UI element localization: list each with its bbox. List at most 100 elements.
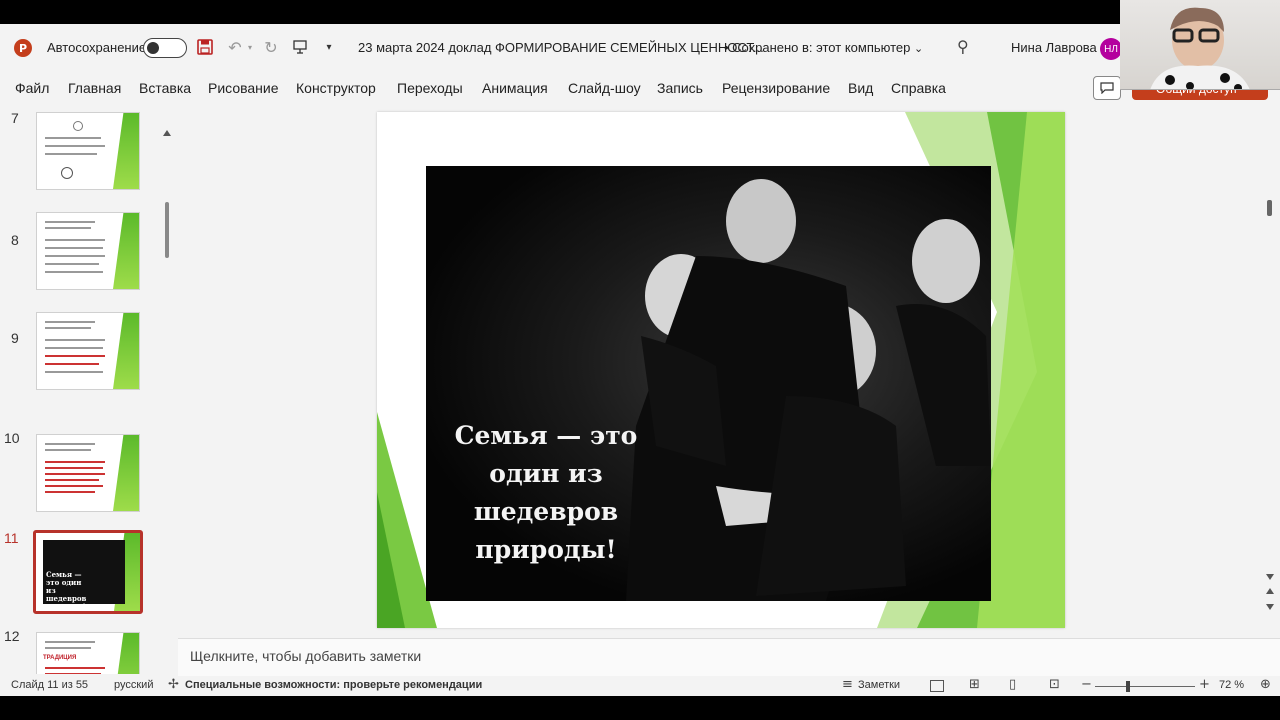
- text-line: [45, 327, 91, 329]
- slide-counter[interactable]: Слайд 11 из 55: [11, 679, 88, 691]
- text-line-red: [45, 485, 103, 487]
- search-icon[interactable]: ⚲: [957, 37, 969, 56]
- green-decoration: [113, 313, 139, 389]
- text-line-red: [45, 473, 105, 475]
- webcam-overlay: [1120, 0, 1280, 90]
- text-line: [45, 255, 105, 257]
- text-line: [45, 227, 91, 229]
- tab-view[interactable]: Вид: [848, 80, 873, 96]
- text-line: [45, 153, 97, 155]
- slide-thumbnail-8[interactable]: [36, 212, 140, 290]
- thumbnail-number: 12: [4, 628, 20, 644]
- editor-scrollbar[interactable]: [1264, 194, 1278, 624]
- tab-help[interactable]: Справка: [891, 80, 946, 96]
- powerpoint-logo-icon: P: [14, 39, 32, 57]
- text-line-red: [45, 363, 99, 365]
- tab-insert[interactable]: Вставка: [139, 80, 191, 96]
- customize-toolbar-icon[interactable]: ▾: [322, 36, 336, 58]
- zoom-slider-knob[interactable]: [1126, 681, 1130, 692]
- thumbnail-heading: ТРАДИЦИЯ: [43, 655, 77, 661]
- text-line-red: [45, 461, 105, 463]
- redo-icon[interactable]: ↻: [261, 36, 281, 58]
- text-line: [45, 239, 105, 241]
- slide-thumbnail-9[interactable]: [36, 312, 140, 390]
- slide-quote-text[interactable]: Семья — это один из шедевров природы!: [431, 417, 661, 569]
- text-line: [45, 647, 91, 649]
- user-name[interactable]: Нина Лаврова: [1011, 40, 1097, 55]
- document-title[interactable]: 23 марта 2024 доклад ФОРМИРОВАНИЕ СЕМЕЙН…: [358, 40, 764, 55]
- slide-sorter-icon[interactable]: ⊞: [969, 677, 980, 692]
- notes-pane[interactable]: Щелкните, чтобы добавить заметки: [178, 638, 1280, 676]
- language-indicator[interactable]: русский: [114, 679, 153, 691]
- text-line-red: [45, 479, 99, 481]
- thumbnail-number: 9: [11, 330, 19, 346]
- toggle-knob: [147, 42, 159, 54]
- green-decoration: [113, 435, 139, 511]
- zoom-level[interactable]: 72 %: [1219, 679, 1244, 691]
- green-decoration: [113, 213, 139, 289]
- undo-icon[interactable]: ↶: [224, 36, 246, 58]
- green-decoration: [113, 113, 139, 189]
- thumbnail-number-selected: 11: [4, 530, 19, 546]
- notes-placeholder: Щелкните, чтобы добавить заметки: [190, 648, 422, 664]
- notes-toggle[interactable]: Заметки: [858, 679, 900, 691]
- text-line: [45, 263, 99, 265]
- zoom-out-icon[interactable]: −: [1081, 677, 1092, 692]
- notes-icon: ≡: [842, 677, 853, 692]
- normal-view-icon[interactable]: [930, 680, 944, 692]
- reading-view-icon[interactable]: ▯: [1009, 677, 1016, 692]
- thumbnail-number: 8: [11, 232, 19, 248]
- slide-text-line: шедевров: [473, 497, 619, 526]
- slide-thumbnail-11[interactable]: Семья — это один из шедевров природы!: [33, 530, 143, 614]
- text-line-red: [45, 467, 103, 469]
- zoom-slider-track[interactable]: [1095, 686, 1195, 687]
- present-from-start-icon[interactable]: [290, 36, 310, 58]
- slide-thumbnail-7[interactable]: [36, 112, 140, 190]
- text-line-red: [45, 673, 101, 674]
- text-line: [45, 371, 103, 373]
- avatar[interactable]: НЛ: [1100, 38, 1122, 60]
- slide-canvas[interactable]: Семья — это один из шедевров природы!: [377, 112, 1065, 628]
- text-line-red: [45, 491, 95, 493]
- autosave-toggle[interactable]: [143, 38, 187, 58]
- powerpoint-window: P Автосохранение ↶ ▾ ↻ ▾ 23 марта 2024 д…: [0, 24, 1280, 696]
- slide-thumbnail-12[interactable]: ТРАДИЦИЯ: [36, 632, 140, 674]
- slide-text-line: Семья — это: [454, 421, 638, 450]
- text-line: [45, 443, 95, 445]
- fit-slide-icon[interactable]: ⊕: [1260, 677, 1271, 692]
- presenter-video-image: [1150, 7, 1250, 89]
- ribbon-tabs: Файл Главная Вставка Рисование Конструкт…: [0, 76, 1280, 102]
- text-line: [45, 339, 105, 341]
- tab-review[interactable]: Рецензирование: [722, 80, 830, 96]
- text-line: [45, 449, 91, 451]
- zoom-in-icon[interactable]: +: [1199, 677, 1210, 692]
- thumbnail-number: 7: [11, 110, 19, 126]
- undo-dropdown-icon[interactable]: ▾: [246, 36, 254, 58]
- text-line: [45, 221, 95, 223]
- chevron-down-icon: ⌄: [914, 42, 924, 55]
- emblem-icon: [73, 121, 83, 131]
- tab-home[interactable]: Главная: [68, 80, 121, 96]
- thumbnail-number: 10: [4, 430, 20, 446]
- thumbnails-scrollbar[interactable]: [162, 128, 172, 674]
- text-line-red: [45, 355, 105, 357]
- tab-record[interactable]: Запись: [657, 80, 703, 96]
- text-line: [45, 137, 101, 139]
- save-status[interactable]: • Сохранено в: этот компьютер ⌄: [724, 40, 923, 55]
- tab-animations[interactable]: Анимация: [482, 80, 548, 96]
- tab-file[interactable]: Файл: [15, 80, 49, 96]
- accessibility-status[interactable]: Специальные возможности: проверьте реком…: [185, 679, 482, 691]
- accessibility-icon: ✢: [168, 677, 179, 692]
- comments-icon[interactable]: [1093, 76, 1121, 100]
- tab-design[interactable]: Конструктор: [296, 80, 376, 96]
- status-bar: Слайд 11 из 55 русский ✢ Специальные воз…: [0, 676, 1280, 696]
- tab-transitions[interactable]: Переходы: [397, 80, 463, 96]
- tab-slideshow[interactable]: Слайд-шоу: [568, 80, 641, 96]
- save-icon[interactable]: [196, 36, 214, 58]
- text-line: [45, 641, 95, 643]
- text-line: [45, 271, 103, 273]
- slideshow-view-icon[interactable]: ⊡: [1049, 677, 1060, 692]
- slide-thumbnail-10[interactable]: [36, 434, 140, 512]
- tab-draw[interactable]: Рисование: [208, 80, 279, 96]
- stamp-icon: [61, 167, 73, 179]
